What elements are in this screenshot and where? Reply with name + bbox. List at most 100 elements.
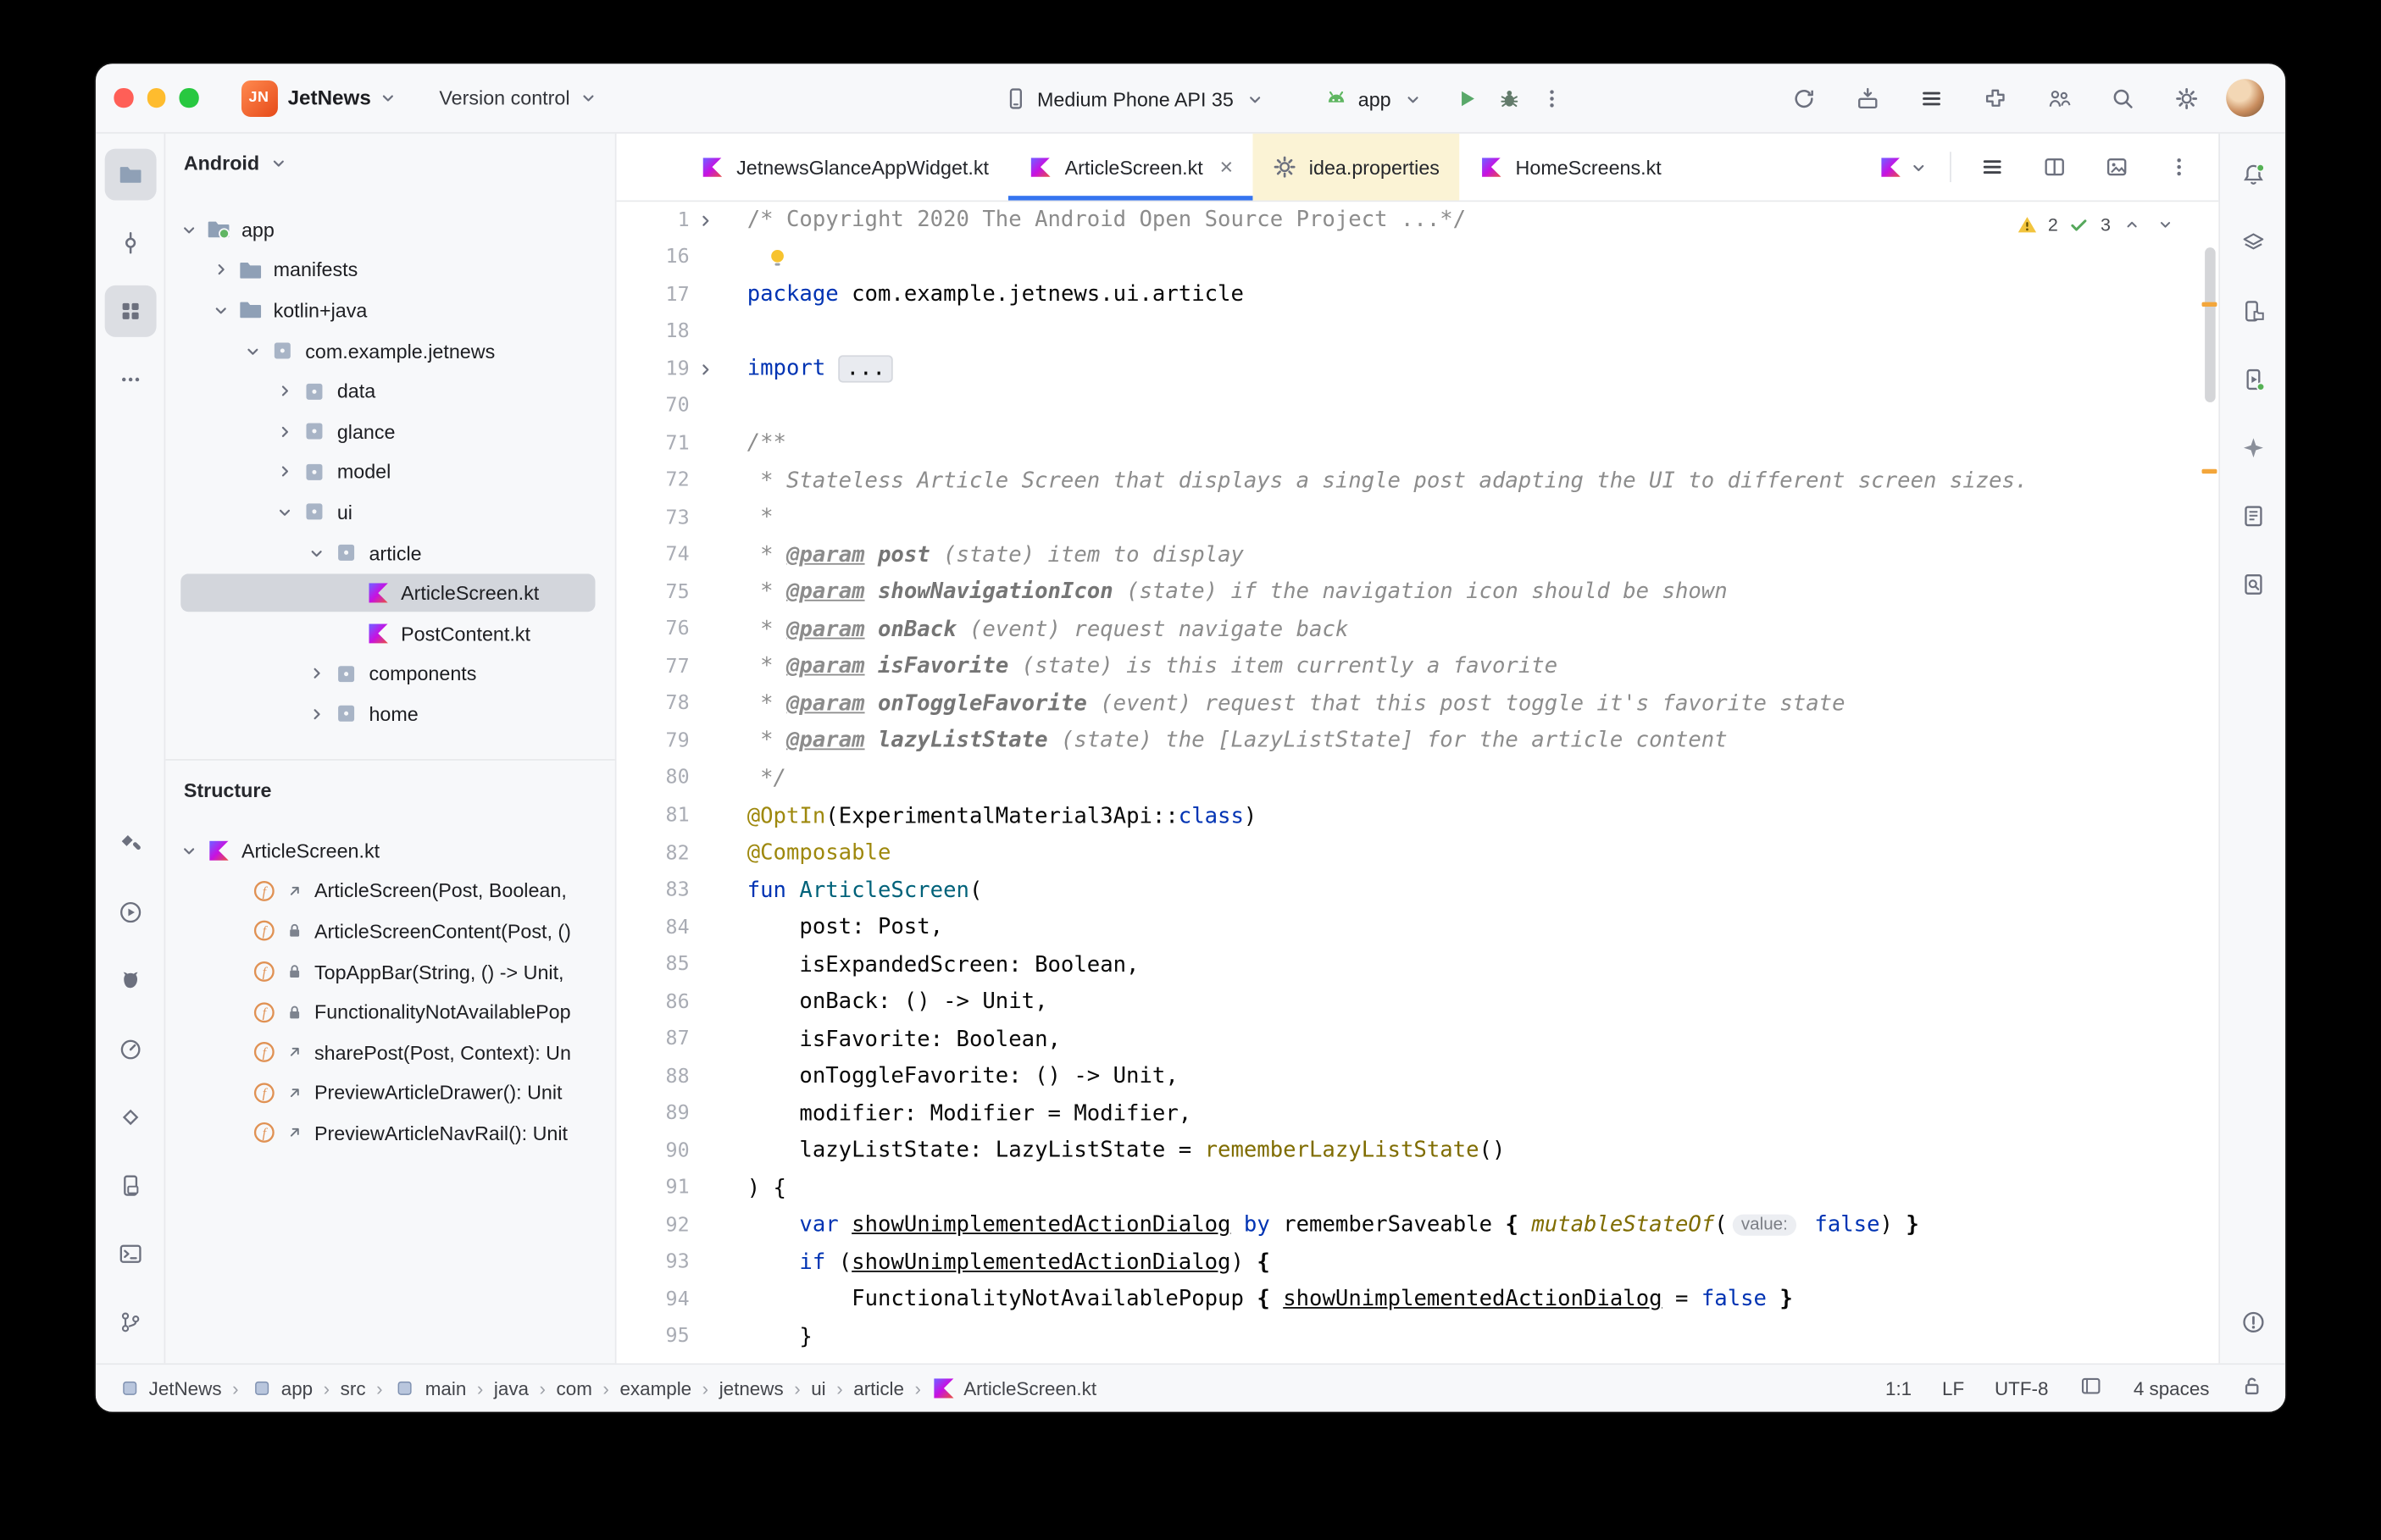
user-avatar[interactable]: [2226, 79, 2264, 117]
tool-window-button-device-explorer[interactable]: [104, 1160, 156, 1211]
tool-window-button-project[interactable]: [104, 149, 156, 201]
breadcrumb-jetnews[interactable]: JetNews: [117, 1377, 222, 1401]
code-line-1[interactable]: 1/* Copyright 2020 The Android Open Sour…: [617, 202, 2219, 239]
plugins-icon[interactable]: [1983, 86, 2007, 110]
project-tree-item-com-example-jetnews[interactable]: com.example.jetnews: [165, 330, 614, 371]
code-line-93[interactable]: 93 if (showUnimplementedActionDialog) {: [617, 1244, 2219, 1282]
breadcrumb-articlescreen-kt[interactable]: ArticleScreen.kt: [932, 1377, 1096, 1401]
code-line-84[interactable]: 84 post: Post,: [617, 909, 2219, 946]
structure-item-previewarticlenavrail-unit[interactable]: fPreviewArticleNavRail(): Unit: [165, 1113, 614, 1154]
structure-item-functionalitynotavailablepop[interactable]: fFunctionalityNotAvailablePop: [165, 992, 614, 1033]
device-selector[interactable]: Medium Phone API 35: [1004, 86, 1268, 111]
gear-icon[interactable]: [2174, 86, 2199, 110]
code-line-83[interactable]: 83fun ArticleScreen(: [617, 872, 2219, 909]
tool-window-button-structure[interactable]: [104, 285, 156, 337]
chevron-down-icon[interactable]: [176, 218, 201, 242]
code-line-17[interactable]: 17package com.example.jetnews.ui.article: [617, 276, 2219, 313]
tool-window-button-version-control[interactable]: [104, 1296, 156, 1348]
code-line-73[interactable]: 73 *: [617, 500, 2219, 537]
vcs-widget[interactable]: Version control: [439, 86, 600, 110]
breadcrumb-ui[interactable]: ui: [811, 1377, 825, 1399]
code-line-80[interactable]: 80 */: [617, 760, 2219, 797]
gradle-sync-icon[interactable]: [1792, 86, 1817, 110]
code-line-72[interactable]: 72 * Stateless Article Screen that displ…: [617, 463, 2219, 500]
split-editor-button[interactable]: [2034, 146, 2076, 188]
editor-tab-articlescreen-kt[interactable]: ArticleScreen.kt×: [1008, 134, 1252, 201]
tab-close-icon[interactable]: ×: [1219, 154, 1233, 180]
breadcrumb-app[interactable]: app: [249, 1377, 313, 1401]
tab-options-button[interactable]: [2158, 146, 2201, 188]
tool-window-button-commit[interactable]: [104, 217, 156, 269]
chevron-down-icon[interactable]: [303, 540, 328, 565]
project-tree-item-ui[interactable]: ui: [165, 492, 614, 533]
tool-window-button-app-quality-insights[interactable]: [2227, 558, 2278, 610]
code-line-71[interactable]: 71/**: [617, 425, 2219, 463]
chevron-down-sm-icon[interactable]: [2153, 213, 2178, 237]
structure-item-articlescreen-post-boolean[interactable]: fArticleScreen(Post, Boolean,: [165, 871, 614, 911]
code-line-77[interactable]: 77 * @param isFavorite (state) is this i…: [617, 649, 2219, 686]
chevron-up-sm-icon[interactable]: [2120, 213, 2145, 237]
project-tree-item-article[interactable]: article: [165, 533, 614, 573]
chevron-right-icon[interactable]: [272, 460, 297, 485]
code-line-91[interactable]: 91) {: [617, 1170, 2219, 1207]
chevron-right-icon[interactable]: [272, 419, 297, 444]
tool-window-button-build-variants[interactable]: [2227, 217, 2278, 269]
project-tree-item-manifests[interactable]: manifests: [165, 250, 614, 291]
chevron-right-icon[interactable]: [303, 702, 328, 727]
chevron-right-icon[interactable]: [693, 208, 718, 233]
code-line-18[interactable]: 18: [617, 313, 2219, 351]
editor-layout-button[interactable]: [1971, 146, 2013, 188]
indentation-widget[interactable]: 4 spaces: [2134, 1377, 2210, 1399]
editor-tab-jetnewsglanceappwidget-kt[interactable]: JetnewsGlanceAppWidget.kt: [680, 134, 1008, 201]
readonly-toggle[interactable]: [2239, 1374, 2264, 1403]
code-line-90[interactable]: 90 lazyListState: LazyListState = rememb…: [617, 1133, 2219, 1170]
sdk-manager-icon[interactable]: [1856, 86, 1880, 110]
caret-position-widget[interactable]: 1:1: [1885, 1377, 1912, 1399]
warning-stripe-mark[interactable]: [2202, 302, 2217, 307]
project-widget[interactable]: JetNews: [288, 86, 400, 110]
code-line-85[interactable]: 85 isExpandedScreen: Boolean,: [617, 946, 2219, 983]
code-line-79[interactable]: 79 * @param lazyListState (state) the [L…: [617, 723, 2219, 760]
code-line-94[interactable]: 94 FunctionalityNotAvailablePopup { show…: [617, 1281, 2219, 1318]
bulb-icon[interactable]: [765, 246, 790, 270]
chevron-down-icon[interactable]: [240, 339, 264, 363]
code-line-16[interactable]: 16: [617, 239, 2219, 276]
tool-window-button-logcat[interactable]: [104, 955, 156, 1006]
code-line-74[interactable]: 74 * @param post (state) item to display: [617, 537, 2219, 574]
structure-item-previewarticledrawer-unit[interactable]: fPreviewArticleDrawer(): Unit: [165, 1072, 614, 1113]
structure-item-articlescreencontent-post[interactable]: fArticleScreenContent(Post, (): [165, 911, 614, 952]
chevron-down-icon[interactable]: [208, 298, 233, 323]
tool-window-button-gemini[interactable]: [2227, 422, 2278, 474]
fold-gutter[interactable]: [690, 357, 722, 382]
chevron-right-icon[interactable]: [693, 357, 718, 382]
code-line-88[interactable]: 88 onToggleFavorite: () -> Unit,: [617, 1058, 2219, 1095]
editor-tab-idea-properties[interactable]: idea.properties: [1253, 134, 1460, 201]
file-encoding-widget[interactable]: UTF-8: [1995, 1377, 2048, 1399]
project-tree-item-model[interactable]: model: [165, 451, 614, 492]
breadcrumb-com[interactable]: com: [557, 1377, 592, 1399]
breadcrumb-src[interactable]: src: [341, 1377, 366, 1399]
editor-tab-homescreens-kt[interactable]: HomeScreens.kt: [1459, 134, 1681, 201]
warning-stripe-mark[interactable]: [2202, 469, 2217, 474]
tool-window-button-build[interactable]: [104, 818, 156, 870]
line-separator-widget[interactable]: LF: [1942, 1377, 1964, 1399]
list-lines-icon[interactable]: [1919, 86, 1944, 110]
tool-window-button-device-manager[interactable]: [2227, 285, 2278, 337]
tool-window-button-terminal[interactable]: [104, 1228, 156, 1280]
code-line-75[interactable]: 75 * @param showNavigationIcon (state) i…: [617, 574, 2219, 612]
tool-window-button-app-inspection[interactable]: [104, 1092, 156, 1144]
tool-window-button-profiler[interactable]: [104, 1023, 156, 1075]
project-tree-item-app[interactable]: app: [165, 209, 614, 250]
code-with-me-icon[interactable]: [2047, 86, 2072, 110]
project-tree-item-components[interactable]: components: [165, 654, 614, 695]
project-tree-item-data[interactable]: data: [165, 371, 614, 412]
hidden-tabs-dropdown[interactable]: [1879, 155, 1930, 180]
project-view-selector[interactable]: Android: [184, 151, 259, 174]
chevron-right-icon[interactable]: [208, 258, 233, 282]
project-tree-item-postcontent-kt[interactable]: PostContent.kt: [165, 613, 614, 654]
breadcrumb-example[interactable]: example: [619, 1377, 691, 1399]
chevron-right-icon[interactable]: [272, 379, 297, 403]
search-icon[interactable]: [2111, 86, 2135, 110]
code-line-81[interactable]: 81@OptIn(ExperimentalMaterial3Api::class…: [617, 797, 2219, 834]
more-run-actions-button[interactable]: [1531, 77, 1573, 119]
